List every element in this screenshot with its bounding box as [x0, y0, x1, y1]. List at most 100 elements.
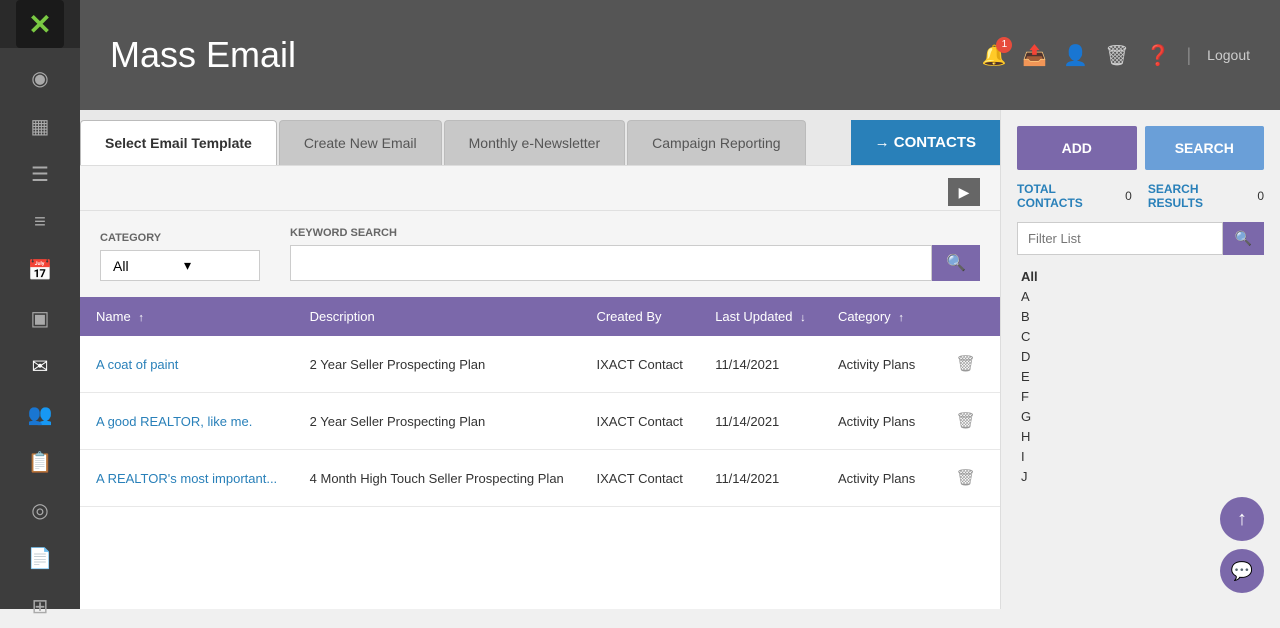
col-created-by[interactable]: Created By [580, 297, 699, 336]
notification-badge: 1 [996, 37, 1012, 53]
search-contacts-button[interactable]: SEARCH [1145, 126, 1265, 170]
category-select[interactable]: All ▾ [100, 250, 260, 281]
delete-button[interactable]: 🗑 [948, 350, 984, 378]
scroll-up-button[interactable]: ↑ [1220, 497, 1264, 541]
dashboard-icon[interactable]: ◉ [10, 56, 70, 100]
divider: | [1186, 45, 1191, 66]
logo-symbol: ✕ [28, 8, 51, 41]
page-title: Mass Email [110, 34, 296, 76]
alpha-item[interactable]: A [1017, 287, 1264, 306]
main-area: Mass Email 🔔 1 📤 👤 🗑 ❓ | Logout Select E… [80, 0, 1280, 609]
alpha-item[interactable]: I [1017, 447, 1264, 466]
contact-card-icon[interactable]: 📋 [10, 440, 70, 484]
last-updated-cell: 11/14/2021 [699, 336, 822, 393]
col-category[interactable]: Category ↑ [822, 297, 932, 336]
col-name[interactable]: Name ↑ [80, 297, 294, 336]
left-content: Select Email Template Create New Email M… [80, 110, 1000, 609]
name-cell: A REALTOR's most important... [80, 450, 294, 507]
tab-create-new[interactable]: Create New Email [279, 120, 442, 165]
delete-button[interactable]: 🗑 [948, 407, 984, 435]
email-table-container: Name ↑ Description Created By [80, 297, 1000, 609]
action-cell: 🗑 [932, 450, 1001, 507]
keyword-search-button[interactable]: 🔍 [932, 245, 980, 281]
image-icon[interactable]: ▣ [10, 296, 70, 340]
search-results-stat: SEARCH RESULTS 0 [1148, 182, 1264, 210]
delete-button[interactable]: 🗑 [948, 464, 984, 492]
toolbar-row: ▶ [80, 166, 1000, 211]
search-results-value: 0 [1257, 189, 1264, 203]
sidebar-logo: ✕ [0, 0, 80, 48]
play-button[interactable]: ▶ [948, 178, 980, 206]
play-icon: ▶ [959, 184, 970, 201]
filter-list-input[interactable] [1017, 222, 1223, 255]
chat-button[interactable]: 💬 [1220, 549, 1264, 593]
description-cell: 2 Year Seller Prospecting Plan [294, 336, 581, 393]
list-icon[interactable]: ☰ [10, 152, 70, 196]
name-link[interactable]: A good REALTOR, like me. [96, 414, 252, 429]
keyword-input-row: 🔍 [290, 245, 980, 281]
created-by-cell: IXACT Contact [580, 336, 699, 393]
tab-bar: Select Email Template Create New Email M… [80, 110, 1000, 165]
description-cell: 4 Month High Touch Seller Prospecting Pl… [294, 450, 581, 507]
email-icon[interactable]: ✉ [10, 344, 70, 388]
upload-icon[interactable]: 📤 [1022, 43, 1047, 68]
stats-row: TOTAL CONTACTS 0 SEARCH RESULTS 0 [1017, 182, 1264, 210]
reports-icon[interactable]: ◎ [10, 488, 70, 532]
tab-campaign-reporting[interactable]: Campaign Reporting [627, 120, 805, 165]
grid-icon[interactable]: ▦ [10, 104, 70, 148]
app-logo[interactable]: ✕ [16, 0, 64, 48]
notification-icon[interactable]: 🔔 1 [981, 43, 1006, 68]
created-by-cell: IXACT Contact [580, 450, 699, 507]
filter-list-search-button[interactable]: 🔍 [1223, 222, 1264, 255]
add-button[interactable]: ADD [1017, 126, 1137, 170]
category-cell: Activity Plans [822, 393, 932, 450]
sidebar-nav: ◉ ▦ ☰ ≡ 📅 ▣ ✉ 👥 📋 ◎ 📄 ⊞ [0, 48, 80, 628]
col-last-updated[interactable]: Last Updated ↓ [699, 297, 822, 336]
category-value: All [113, 258, 176, 274]
keyword-filter-group: KEYWORD SEARCH 🔍 [290, 227, 980, 281]
logout-button[interactable]: Logout [1207, 47, 1250, 63]
sidebar: ✕ ◉ ▦ ☰ ≡ 📅 ▣ ✉ 👥 📋 ◎ 📄 ⊞ [0, 0, 80, 609]
name-cell: A good REALTOR, like me. [80, 393, 294, 450]
right-panel: ADD SEARCH TOTAL CONTACTS 0 SEARCH RESUL… [1000, 110, 1280, 609]
tab-monthly-newsletter[interactable]: Monthly e-Newsletter [444, 120, 626, 165]
category-sort-icon: ↑ [898, 312, 904, 324]
contacts-group-icon[interactable]: 👥 [10, 392, 70, 436]
calendar-icon[interactable]: 📅 [10, 248, 70, 292]
trash-icon[interactable]: 🗑 [1104, 43, 1129, 68]
tab-select-template[interactable]: Select Email Template [80, 120, 277, 165]
total-contacts-label: TOTAL CONTACTS [1017, 182, 1121, 210]
alpha-item[interactable]: All [1017, 267, 1264, 286]
name-sort-icon: ↑ [138, 312, 144, 324]
document-icon[interactable]: 📄 [10, 536, 70, 580]
alpha-item[interactable]: C [1017, 327, 1264, 346]
alpha-item[interactable]: B [1017, 307, 1264, 326]
name-link[interactable]: A REALTOR's most important... [96, 471, 277, 486]
main-panel: ▶ CATEGORY All ▾ KEYWORD SEARCH [80, 165, 1000, 609]
user-icon[interactable]: 👤 [1063, 43, 1088, 68]
alpha-item[interactable]: E [1017, 367, 1264, 386]
table-header-row: Name ↑ Description Created By [80, 297, 1000, 336]
alpha-list: AllABCDEFGHIJK [1017, 267, 1264, 485]
keyword-input[interactable] [290, 245, 932, 281]
category-cell: Activity Plans [822, 336, 932, 393]
alpha-item[interactable]: H [1017, 427, 1264, 446]
alpha-item[interactable]: J [1017, 467, 1264, 485]
header: Mass Email 🔔 1 📤 👤 🗑 ❓ | Logout [80, 0, 1280, 110]
col-description[interactable]: Description [294, 297, 581, 336]
filter-list-row: 🔍 [1017, 222, 1264, 255]
table-icon[interactable]: ⊞ [10, 584, 70, 628]
help-icon[interactable]: ❓ [1146, 43, 1171, 68]
bullet-list-icon[interactable]: ≡ [10, 200, 70, 244]
search-results-label: SEARCH RESULTS [1148, 182, 1253, 210]
alpha-item[interactable]: D [1017, 347, 1264, 366]
category-filter-group: CATEGORY All ▾ [100, 232, 260, 281]
alpha-item[interactable]: G [1017, 407, 1264, 426]
action-cell: 🗑 [932, 336, 1001, 393]
description-cell: 2 Year Seller Prospecting Plan [294, 393, 581, 450]
alpha-item[interactable]: F [1017, 387, 1264, 406]
name-link[interactable]: A coat of paint [96, 357, 178, 372]
category-label: CATEGORY [100, 232, 260, 244]
contacts-button[interactable]: → CONTACTS [851, 120, 1000, 165]
content-wrapper: Select Email Template Create New Email M… [80, 110, 1280, 609]
